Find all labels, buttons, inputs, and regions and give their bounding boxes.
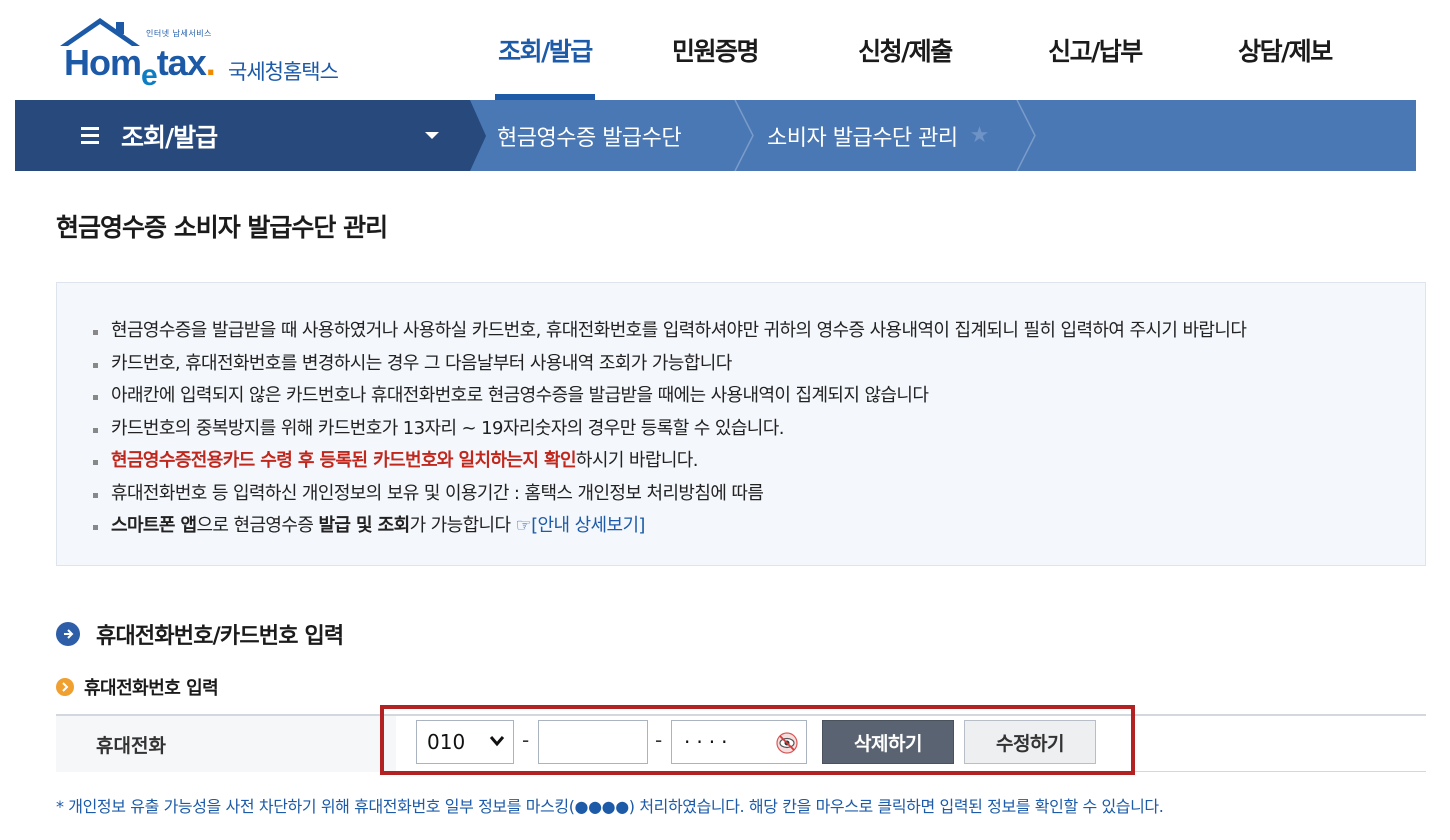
info-item: 스마트폰 앱으로 현금영수증 발급 및 조회가 가능합니다 ☞[안내 상세보기]	[93, 510, 1246, 543]
breadcrumb-item-label: 현금영수증 발급수단	[497, 125, 682, 151]
info-item: 휴대전화번호 등 입력하신 개인정보의 보유 및 이용기간 : 홈택스 개인정보…	[93, 478, 1246, 511]
info-text: 으로 현금영수증	[196, 515, 319, 536]
eye-hidden-icon[interactable]	[776, 732, 798, 754]
info-bold-text: 스마트폰 앱	[111, 515, 197, 536]
breadcrumb-bar: 조회/발급 현금영수증 발급수단 소비자 발급수단 관리 ★	[15, 100, 1416, 171]
caret-down-icon	[425, 132, 439, 139]
chevron-down-icon	[489, 736, 505, 747]
masking-note: * 개인정보 유출 가능성을 사전 차단하기 위해 휴대전화번호 일부 정보를 …	[56, 797, 1164, 816]
arrow-circle-icon	[56, 622, 80, 646]
section-title-label: 휴대전화번호/카드번호 입력	[96, 624, 344, 649]
global-nav: 조회/발급 민원증명 신청/제출 신고/납부 상담/제보	[470, 0, 1380, 100]
phone-last-input[interactable]: ····	[671, 720, 807, 764]
gnb-item-inquiry[interactable]: 조회/발급	[470, 0, 620, 100]
chevron-right-icon	[734, 100, 754, 171]
breadcrumb-divider	[470, 100, 486, 171]
dash-separator: -	[655, 728, 663, 752]
sub-title: 휴대전화번호 입력	[56, 674, 219, 700]
logo-tagline: 인터넷 납세서비스	[146, 29, 212, 38]
phone-prefix-value: 010	[427, 730, 466, 754]
edit-button[interactable]: 수정하기	[964, 720, 1096, 764]
info-item: 카드번호, 휴대전화번호를 변경하시는 경우 그 다음날부터 사용내역 조회가 …	[93, 348, 1246, 381]
breadcrumb-item-label: 소비자 발급수단 관리	[767, 125, 958, 151]
header: 인터넷 납세서비스 Hometax. 국세청홈택스 조회/발급 민원증명 신청/…	[0, 0, 1450, 100]
info-text: 가 가능합니다	[409, 515, 516, 536]
info-item: 현금영수증전용카드 수령 후 등록된 카드번호와 일치하는지 확인하시기 바랍니…	[93, 445, 1246, 478]
gnb-item-report-payment[interactable]: 신고/납부	[1000, 0, 1190, 100]
section-title: 휴대전화번호/카드번호 입력	[56, 618, 344, 650]
delete-button[interactable]: 삭제하기	[822, 720, 954, 764]
info-item: 현금영수증을 발급받을 때 사용하였거나 사용하실 카드번호, 휴대전화번호를 …	[93, 315, 1247, 348]
phone-last-masked: ····	[684, 730, 734, 754]
logo-brand: Hometax.	[64, 42, 216, 92]
info-list: 현금영수증을 발급받을 때 사용하였거나 사용하실 카드번호, 휴대전화번호를 …	[93, 315, 1247, 543]
phone-prefix-select[interactable]: 010	[416, 720, 514, 764]
dash-separator: -	[522, 728, 530, 752]
logo-brand-ko: 국세청홈택스	[228, 60, 339, 84]
menu-dropdown-label: 조회/발급	[121, 122, 218, 152]
chevron-right-icon	[1016, 100, 1036, 171]
info-warning-text: 현금영수증전용카드 수령 후 등록된 카드번호와 일치하는지 확인	[111, 450, 577, 471]
hometax-logo[interactable]: 인터넷 납세서비스 Hometax. 국세청홈택스	[56, 16, 386, 92]
gnb-item-consult[interactable]: 상담/제보	[1190, 0, 1380, 100]
gnb-item-application[interactable]: 신청/제출	[810, 0, 1000, 100]
page-title: 현금영수증 소비자 발급수단 관리	[56, 213, 388, 242]
info-bold-text: 발급 및 조회	[318, 515, 410, 536]
info-item: 아래칸에 입력되지 않은 카드번호나 휴대전화번호로 현금영수증을 발급받을 때…	[93, 380, 1246, 413]
phone-label: 휴대전화	[56, 716, 396, 772]
star-icon[interactable]: ★	[970, 123, 990, 148]
hamburger-icon	[81, 123, 99, 148]
phone-middle-input[interactable]	[538, 720, 648, 764]
info-text: 하시기 바랍니다.	[575, 450, 699, 471]
chevron-circle-icon	[56, 678, 74, 696]
info-box: 현금영수증을 발급받을 때 사용하였거나 사용하실 카드번호, 휴대전화번호를 …	[56, 282, 1426, 566]
gnb-item-certificate[interactable]: 민원증명	[620, 0, 810, 100]
breadcrumb-item-manage[interactable]: 소비자 발급수단 관리 ★	[767, 100, 989, 171]
menu-dropdown[interactable]: 조회/발급	[15, 100, 470, 171]
info-item: 카드번호의 중복방지를 위해 카드번호가 13자리 ~ 19자리숫자의 경우만 …	[93, 413, 1246, 446]
breadcrumb-item-method[interactable]: 현금영수증 발급수단	[497, 100, 682, 171]
sub-title-label: 휴대전화번호 입력	[84, 678, 219, 699]
guide-detail-link[interactable]: ☞[안내 상세보기]	[516, 515, 646, 536]
